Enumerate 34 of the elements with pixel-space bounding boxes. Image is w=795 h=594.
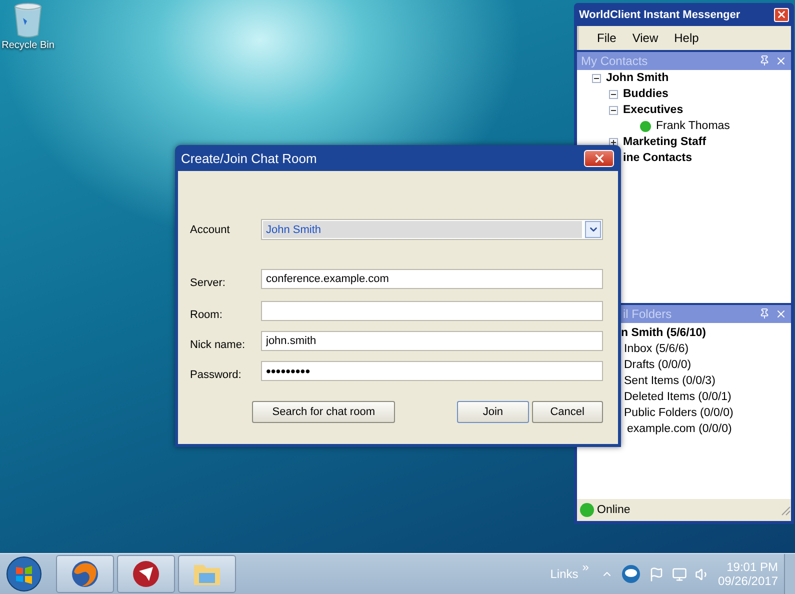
tree-item[interactable]: Deleted Items (0/0/1) [624, 390, 732, 403]
field-label: Server: [190, 276, 226, 288]
tree-item[interactable]: John Smith [606, 72, 669, 84]
tree-item[interactable]: Public Folders (0/0/0) [624, 406, 734, 419]
tree-item[interactable]: n Smith (5/6/10) [621, 326, 706, 339]
status-text: Online [597, 504, 630, 516]
input-field[interactable]: john.smith [261, 331, 603, 351]
tree-item[interactable]: Frank Thomas [656, 120, 730, 132]
field-label: Room: [190, 308, 224, 320]
dialog-button[interactable]: Cancel [532, 401, 604, 423]
tree-item[interactable]: example.com (0/0/0) [627, 422, 732, 435]
password-field[interactable]: ••••••••• [261, 361, 603, 381]
menu-item[interactable]: View [626, 29, 664, 47]
field-label: Nick name: [190, 338, 246, 350]
dialog-title: Create/Join Chat Room [181, 150, 317, 166]
tree-item[interactable]: Drafts (0/0/0) [624, 358, 692, 371]
tree-item[interactable]: Executives [623, 104, 684, 116]
menu-item[interactable]: Help [668, 29, 705, 47]
dialog-button[interactable]: Search for chat room [252, 401, 396, 423]
tree-item[interactable]: Buddies [623, 88, 668, 100]
tree-item[interactable]: Marketing Staff [623, 136, 706, 148]
tree-item[interactable]: Sent Items (0/0/3) [624, 374, 716, 387]
window-title: WorldClient Instant Messenger [579, 8, 740, 20]
desktop-icon-label: Recycle Bin [2, 40, 54, 51]
tree-item[interactable]: Inbox (5/6/6) [624, 342, 689, 355]
field-label: Password: [190, 368, 242, 380]
input-field[interactable]: conference.example.com [261, 269, 603, 289]
account-dropdown[interactable]: John Smith [261, 219, 603, 240]
panel-title: il Folders [622, 306, 672, 321]
menu-item[interactable]: File [591, 29, 622, 47]
panel-title: My Contacts [581, 54, 648, 68]
tree-item[interactable]: ine Contacts [623, 152, 692, 164]
field-label: Account [190, 224, 231, 236]
dialog-button[interactable]: Join [457, 401, 529, 423]
